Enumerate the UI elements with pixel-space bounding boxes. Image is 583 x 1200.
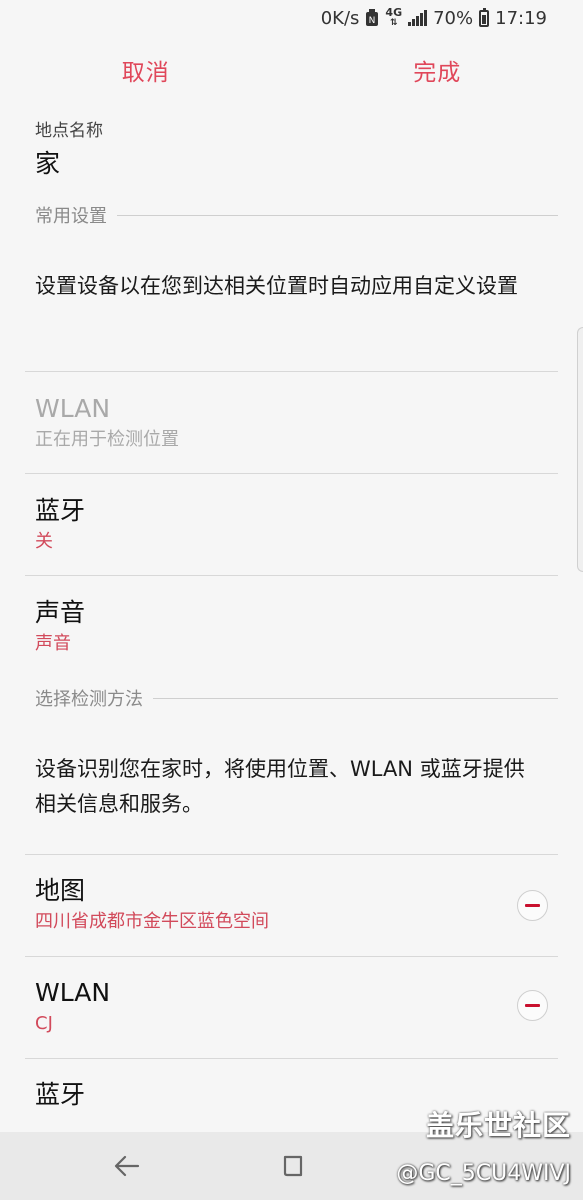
setting-item-title: WLAN [35, 394, 111, 423]
divider [25, 854, 558, 855]
place-name-field[interactable]: 家 [35, 144, 60, 180]
clock: 17:19 [495, 7, 547, 29]
setting-item-title: 蓝牙 [35, 496, 86, 525]
network-type-icon: 4G ⇅ [385, 6, 403, 28]
divider [25, 371, 558, 372]
cancel-button[interactable]: 取消 [0, 53, 292, 87]
done-button[interactable]: 完成 [292, 53, 583, 87]
data-saver-icon: N [365, 9, 379, 27]
setting-item-title: 声音 [35, 598, 86, 627]
setting-item-subtitle: 正在用于检测位置 [35, 429, 179, 450]
minus-icon [525, 1004, 540, 1007]
common-settings-header: 常用设置 [35, 203, 558, 227]
detection-item-subtitle: 四川省成都市金牛区蓝色空间 [35, 911, 269, 932]
status-bar: 0K/s N 4G ⇅ 70% 17:19 [0, 0, 583, 36]
screen: 0K/s N 4G ⇅ 70% 17:19 取消 完成 地点名称 家 常用设置 … [0, 0, 583, 1200]
divider [25, 1058, 558, 1059]
detection-item-wlan[interactable]: WLAN CJ [35, 976, 548, 1056]
detection-method-title: 选择检测方法 [35, 689, 143, 710]
detection-item-title: 地图 [35, 876, 86, 905]
svg-text:N: N [369, 16, 376, 26]
common-settings-title: 常用设置 [35, 206, 107, 227]
detection-item-subtitle: CJ [35, 1013, 53, 1034]
detection-method-header: 选择检测方法 [35, 686, 558, 710]
setting-item-bluetooth[interactable]: 蓝牙 关 [35, 494, 548, 574]
minus-icon [525, 904, 540, 907]
scrollbar[interactable] [577, 327, 583, 572]
setting-item-subtitle: 关 [35, 531, 53, 552]
common-settings-description: 设置设备以在您到达相关位置时自动应用自定义设置 [35, 274, 518, 298]
setting-item-wlan[interactable]: WLAN 正在用于检测位置 [35, 392, 548, 472]
back-icon[interactable] [112, 1152, 142, 1180]
detection-item-title: WLAN [35, 978, 111, 1007]
detection-item-map[interactable]: 地图 四川省成都市金牛区蓝色空间 [35, 874, 548, 954]
action-bar: 取消 完成 [0, 36, 583, 104]
remove-wlan-button[interactable] [517, 990, 548, 1021]
battery-icon [479, 7, 490, 27]
watermark-site: 盖乐世社区 [425, 1109, 571, 1142]
signal-icon [408, 10, 428, 26]
detection-method-description: 设备识别您在家时，将使用位置、WLAN 或蓝牙提供相关信息和服务。 [35, 757, 525, 816]
setting-item-sound[interactable]: 声音 声音 [35, 596, 548, 676]
divider [25, 956, 558, 957]
setting-item-subtitle: 声音 [35, 633, 71, 654]
divider [25, 473, 558, 474]
place-name-label: 地点名称 [35, 121, 103, 141]
network-speed: 0K/s [320, 7, 360, 29]
section-divider [117, 214, 558, 216]
divider [25, 575, 558, 576]
section-divider [153, 697, 558, 699]
remove-map-button[interactable] [517, 890, 548, 921]
battery-percent: 70% [433, 7, 474, 29]
watermark-user: @GC_5CU4WIVJ [396, 1161, 571, 1186]
recent-apps-icon[interactable] [281, 1153, 305, 1179]
